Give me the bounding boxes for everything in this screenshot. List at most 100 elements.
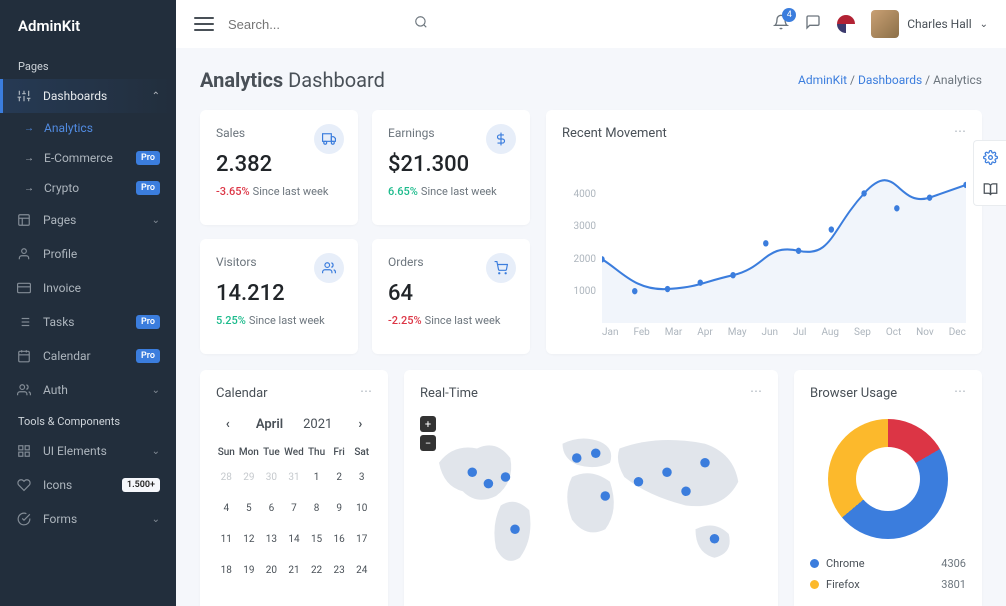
notifications-button[interactable]: 4 — [773, 14, 789, 34]
card-menu-button[interactable]: ⋯ — [750, 384, 764, 398]
prev-month-button[interactable]: ‹ — [220, 417, 236, 432]
sidebar-item-dashboards[interactable]: Dashboards ⌃ — [0, 79, 176, 113]
calendar-day[interactable]: 6 — [261, 494, 282, 523]
calendar-day[interactable]: 11 — [216, 525, 237, 554]
calendar-day[interactable]: 4 — [216, 494, 237, 523]
sidebar-sub-ecommerce[interactable]: E-Commerce Pro — [0, 143, 176, 173]
calendar-day[interactable]: 10 — [351, 494, 372, 523]
stat-delta: -2.25%Since last week — [388, 314, 514, 327]
message-icon — [805, 14, 821, 30]
menu-toggle-icon[interactable] — [194, 17, 214, 31]
calendar-month: April — [256, 417, 283, 432]
sidebar-item-invoice[interactable]: Invoice — [0, 271, 176, 305]
chevron-down-icon: ⌄ — [980, 19, 988, 30]
legend-swatch — [810, 580, 819, 589]
sidebar-item-auth[interactable]: Auth⌄ — [0, 373, 176, 407]
calendar-dow: Tue — [261, 444, 282, 461]
stat-orders: Orders 64 -2.25%Since last week — [372, 239, 530, 354]
breadcrumb-current: Analytics — [933, 73, 982, 87]
search-field[interactable] — [228, 11, 428, 38]
card-menu-button[interactable]: ⋯ — [360, 384, 374, 398]
card-menu-button[interactable]: ⋯ — [954, 124, 968, 138]
docs-button[interactable] — [974, 173, 1006, 205]
calendar-day[interactable]: 19 — [239, 556, 260, 585]
calendar-dow: Mon — [239, 444, 260, 461]
calendar-day[interactable]: 17 — [351, 525, 372, 554]
calendar-day[interactable]: 16 — [329, 525, 350, 554]
pro-badge: Pro — [136, 151, 160, 165]
breadcrumb-link[interactable]: Dashboards — [858, 73, 922, 87]
layout-icon — [16, 212, 32, 228]
search-icon[interactable] — [414, 15, 428, 33]
zoom-in-button[interactable]: + — [420, 416, 436, 432]
calendar-grid: SunMonTueWedThuFriSat2829303112345678910… — [216, 444, 372, 585]
users-icon — [16, 382, 32, 398]
legend-label: Firefox — [826, 578, 860, 591]
settings-button[interactable] — [974, 141, 1006, 173]
sidebar-item-label: Pages — [43, 213, 76, 227]
calendar-day[interactable]: 28 — [216, 463, 237, 492]
zoom-out-button[interactable]: − — [420, 435, 436, 451]
calendar-day[interactable]: 3 — [351, 463, 372, 492]
users-icon — [314, 253, 344, 283]
page-title: Analytics Dashboard — [200, 68, 385, 92]
legend-row: Chrome4306 — [810, 553, 966, 574]
card-menu-button[interactable]: ⋯ — [954, 384, 968, 398]
calendar-day[interactable]: 5 — [239, 494, 260, 523]
sidebar-item-label: UI Elements — [43, 444, 107, 458]
donut-chart — [828, 419, 948, 539]
calendar-day[interactable]: 15 — [306, 525, 327, 554]
calendar-day[interactable]: 31 — [284, 463, 305, 492]
topbar: 4 Charles Hall ⌄ — [176, 0, 1006, 48]
stat-value: 14.212 — [216, 281, 342, 306]
calendar-day[interactable]: 1 — [306, 463, 327, 492]
calendar-day[interactable]: 9 — [329, 494, 350, 523]
sidebar-item-icons[interactable]: Icons1.500+ — [0, 468, 176, 502]
sidebar-item-tasks[interactable]: TasksPro — [0, 305, 176, 339]
sidebar-sub-analytics[interactable]: Analytics — [0, 113, 176, 143]
sidebar-sub-crypto[interactable]: CryptoPro — [0, 173, 176, 203]
calendar-day[interactable]: 20 — [261, 556, 282, 585]
messages-button[interactable] — [805, 14, 821, 34]
calendar-day[interactable]: 23 — [329, 556, 350, 585]
heart-icon — [16, 477, 32, 493]
sidebar-item-ui[interactable]: UI Elements⌄ — [0, 434, 176, 468]
next-month-button[interactable]: › — [352, 417, 368, 432]
sidebar-item-profile[interactable]: Profile — [0, 237, 176, 271]
calendar-day[interactable]: 7 — [284, 494, 305, 523]
count-badge: 1.500+ — [122, 478, 160, 492]
stat-delta: -3.65%Since last week — [216, 185, 342, 198]
sidebar-item-label: Calendar — [43, 349, 91, 363]
calendar-day[interactable]: 22 — [306, 556, 327, 585]
sidebar-item-calendar[interactable]: CalendarPro — [0, 339, 176, 373]
user-menu[interactable]: Charles Hall ⌄ — [871, 10, 988, 38]
sliders-icon — [16, 88, 32, 104]
sidebar-item-pages[interactable]: Pages⌄ — [0, 203, 176, 237]
calendar-day[interactable]: 14 — [284, 525, 305, 554]
calendar-day[interactable]: 18 — [216, 556, 237, 585]
calendar-day[interactable]: 8 — [306, 494, 327, 523]
avatar — [871, 10, 899, 38]
calendar-dow: Thu — [306, 444, 327, 461]
truck-icon — [314, 124, 344, 154]
calendar-day[interactable]: 30 — [261, 463, 282, 492]
sidebar-sub-label: Crypto — [44, 181, 79, 195]
chevron-down-icon: ⌄ — [152, 385, 160, 396]
card-title: Calendar — [216, 386, 372, 401]
realtime-card: Real-Time ⋯ + − — [404, 370, 778, 606]
calendar-day[interactable]: 12 — [239, 525, 260, 554]
calendar-day[interactable]: 29 — [239, 463, 260, 492]
sidebar-item-forms[interactable]: Forms⌄ — [0, 502, 176, 536]
language-flag[interactable] — [837, 15, 855, 33]
calendar-day[interactable]: 13 — [261, 525, 282, 554]
world-map[interactable] — [420, 401, 762, 591]
sidebar-sub-label: E-Commerce — [44, 151, 113, 165]
breadcrumb-link[interactable]: AdminKit — [798, 73, 847, 87]
brand[interactable]: AdminKit — [0, 0, 176, 52]
line-chart-svg — [602, 153, 966, 323]
search-input[interactable] — [228, 11, 428, 38]
y-axis: 4000300020001000 — [562, 189, 596, 297]
calendar-day[interactable]: 21 — [284, 556, 305, 585]
calendar-day[interactable]: 2 — [329, 463, 350, 492]
calendar-day[interactable]: 24 — [351, 556, 372, 585]
